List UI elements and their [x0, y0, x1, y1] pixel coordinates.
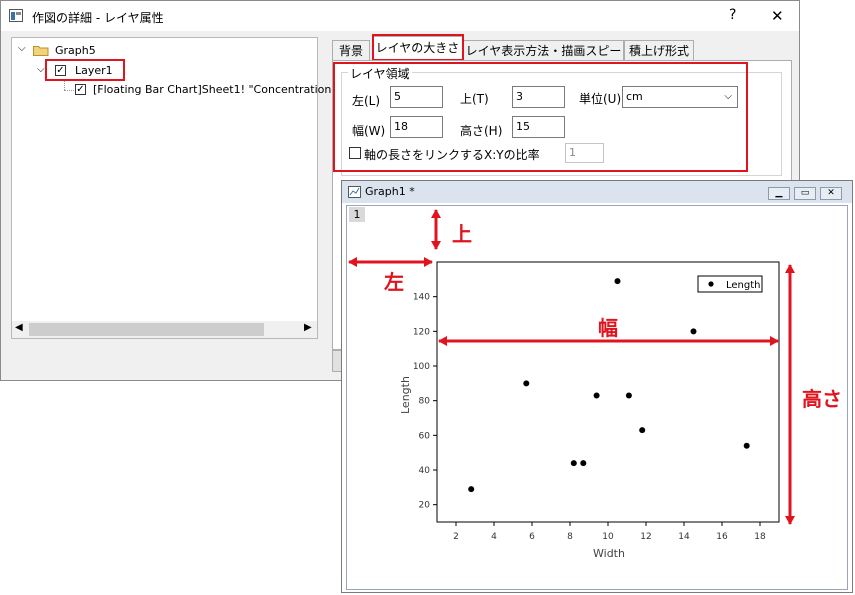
x-tick-label: 14 [678, 532, 690, 542]
x-tick-label: 12 [640, 532, 651, 542]
annotation-left: 左 [384, 270, 404, 294]
data-points [468, 278, 750, 493]
y-tick-label: 20 [419, 501, 431, 511]
x-tick-label: 4 [491, 532, 497, 542]
y-tick-label: 120 [413, 327, 430, 337]
data-point[interactable] [639, 427, 646, 434]
chart-overlay: 2 4 6 8 10 12 14 16 18 20 40 60 80 100 120 140 Width L… [348, 209, 795, 560]
annotation-top: 上 [452, 222, 472, 246]
plot-frame [436, 261, 780, 523]
data-point[interactable] [580, 460, 587, 467]
data-point[interactable] [690, 328, 697, 335]
x-tick-label: 2 [453, 532, 459, 542]
data-point[interactable] [743, 442, 750, 449]
plot-area[interactable] [436, 261, 780, 523]
x-tick-label: 16 [716, 532, 728, 542]
data-point[interactable] [593, 392, 600, 399]
y-tick-label: 60 [419, 431, 431, 441]
x-tick-label: 6 [529, 532, 535, 542]
x-tick-label: 8 [567, 532, 573, 542]
y-tick-label: 80 [419, 397, 431, 407]
annotation-height: 高さ [802, 387, 842, 411]
y-axis[interactable]: 20 40 60 80 100 120 140 [413, 293, 437, 511]
legend[interactable]: Length [697, 275, 763, 293]
y-axis-label: Length [399, 376, 412, 414]
y-tick-label: 140 [413, 293, 430, 303]
y-tick-label: 40 [419, 466, 431, 476]
data-point[interactable] [625, 392, 632, 399]
data-point[interactable] [523, 380, 530, 387]
x-axis[interactable]: 2 4 6 8 10 12 14 16 18 [453, 522, 766, 542]
data-point[interactable] [614, 278, 621, 285]
legend-marker-icon [708, 281, 714, 287]
data-point[interactable] [570, 460, 577, 467]
legend-label: Length [726, 280, 761, 291]
y-tick-label: 100 [413, 362, 430, 372]
x-tick-label: 10 [602, 532, 614, 542]
annotation-width: 幅 [598, 316, 618, 340]
x-tick-label: 18 [754, 532, 766, 542]
x-axis-label: Width [593, 547, 625, 560]
data-point[interactable] [468, 486, 475, 493]
